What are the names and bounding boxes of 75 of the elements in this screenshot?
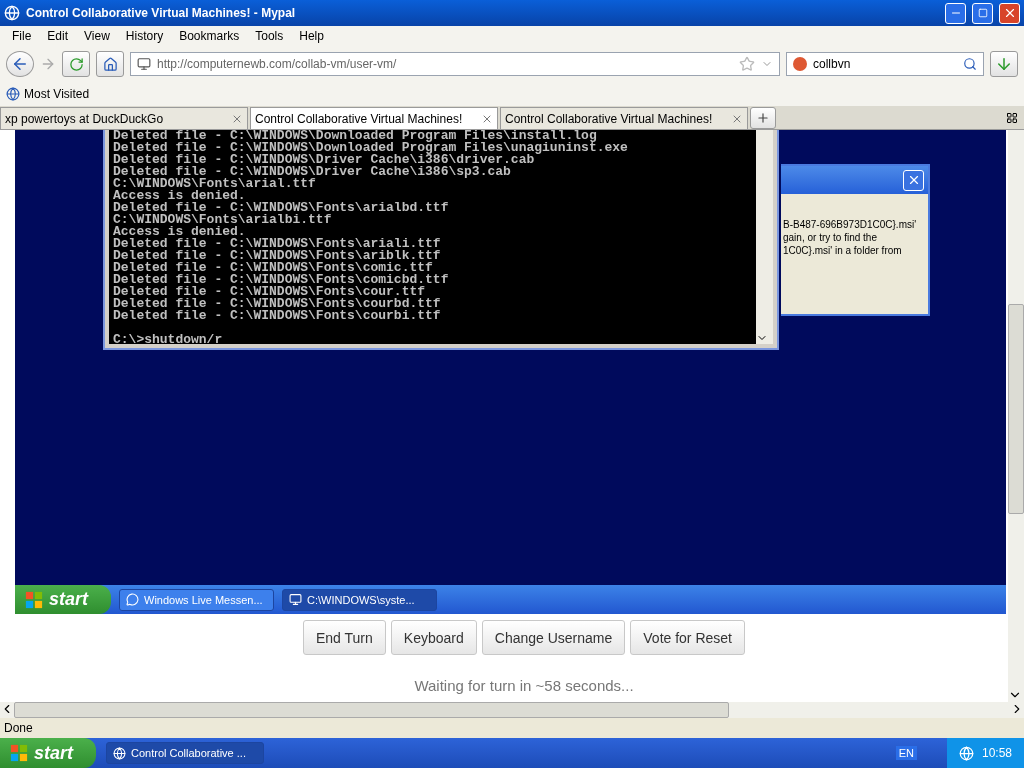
browser-tab[interactable]: Control Collaborative Virtual Machines! [500,107,748,129]
address-field[interactable]: http://computernewb.com/collab-vm/user-vm/ [130,52,780,76]
browser-tab[interactable]: Control Collaborative Virtual Machines! [250,107,498,129]
bookmark-item[interactable]: Most Visited [24,87,90,101]
maximize-button[interactable] [972,2,993,24]
console-prompt: C:\>shutdown/r [113,334,224,344]
console-icon [289,593,302,606]
window-title: Control Collaborative Virtual Machines! - Mypal [26,6,297,20]
menu-item[interactable]: Help [291,29,332,43]
menu-item[interactable]: View [76,29,118,43]
search-engine-icon[interactable] [793,57,807,71]
globe-icon [6,87,20,101]
control-button[interactable]: End Turn [303,620,386,655]
taskbar-button[interactable]: C:\WINDOWS\syste... [282,588,437,611]
console-line: Deleted file - C:\WINDOWS\Fonts\ariblk.ttf [113,250,442,262]
console-line: Access is denied. [113,226,246,238]
console-line: Deleted file - C:\WINDOWS\Fonts\courbi.ttf [113,310,442,322]
console-line: Deleted file - C:\WINDOWS\Fonts\arialbd.ttf [113,202,450,214]
console-line: Deleted file - C:\WINDOWS\Fonts\ariali.ttf [113,238,442,250]
forward-arrow-icon[interactable] [40,56,56,72]
console-line: C:\WINDOWS\Fonts\arialbi.ttf [113,214,333,226]
new-tab-button[interactable] [750,107,776,129]
reload-button[interactable] [62,51,90,77]
dialog-text: 1C0C}.msi' in a folder from [783,244,902,257]
menu-item[interactable]: History [117,29,172,43]
status-text: Done [4,721,33,735]
console-line: Deleted file - C:\WINDOWS\Downloaded Program Files\install.log [113,130,597,142]
home-icon [102,56,118,72]
menu-item[interactable]: File [4,29,40,43]
control-button[interactable]: Change Username [481,620,626,655]
browser-tab[interactable]: xp powertoys at DuckDuckGo [0,107,248,129]
console-line: Deleted file - C:\WINDOWS\Fonts\courbd.ttf [113,298,442,310]
home-button[interactable] [96,51,124,77]
menu-item[interactable]: Tools [247,29,292,43]
menu-item[interactable]: Edit [39,29,77,43]
app-icon [4,5,20,21]
control-button[interactable]: Keyboard [390,620,477,655]
scroll-thumb[interactable] [14,702,729,718]
close-button[interactable] [999,2,1020,24]
tab-list-icon[interactable] [1006,112,1018,124]
app-icon [113,746,126,760]
console-line: Deleted file - C:\WINDOWS\Driver Cache\i386\driver.cab [113,154,535,166]
close-button[interactable] [903,169,924,191]
plus-icon [756,111,770,125]
console-line: C:\WINDOWS\Fonts\arial.ttf [113,178,317,190]
chat-icon [126,593,139,606]
dialog-text: gain, or try to find the [783,231,877,244]
scroll-thumb[interactable] [1008,304,1024,514]
network-icon[interactable] [958,745,974,761]
language-indicator[interactable]: EN [895,746,917,760]
reload-icon [68,56,84,72]
download-button[interactable] [990,51,1018,77]
turn-status-text: Waiting for turn in ~58 seconds... [413,677,635,694]
console-line: Deleted file - C:\WINDOWS\Fonts\cour.ttf [113,286,426,298]
search-field[interactable]: collbvn [786,52,984,76]
back-button[interactable] [6,51,34,77]
monitor-icon [137,57,151,71]
windows-logo-icon [10,744,28,762]
console-line: Deleted file - C:\WINDOWS\Fonts\comicbd.ttf [113,274,450,286]
console-line: Deleted file - C:\WINDOWS\Fonts\comic.ttf [113,262,433,274]
clock: 10:58 [981,746,1012,760]
menu-item[interactable]: Bookmarks [171,29,248,43]
console-line: Access is denied. [113,190,246,202]
taskbar-button[interactable]: Windows Live Messen... [119,588,274,611]
console-line: Deleted file - C:\WINDOWS\Downloaded Program Files\unagiuninst.exe [113,142,629,154]
dialog-text: B-B487-696B973D1C0C}.msi' [783,218,917,231]
maximize-icon [977,8,988,18]
windows-logo-icon [25,590,43,609]
minimize-button[interactable] [945,2,966,24]
control-button[interactable]: Vote for Reset [630,620,745,655]
search-icon[interactable] [963,57,977,71]
star-icon[interactable] [739,56,755,72]
taskbar-button[interactable]: Control Collaborative ... [106,742,264,764]
console-line: Deleted file - C:\WINDOWS\Driver Cache\i386\sp3.cab [113,166,512,178]
download-arrow-icon [995,55,1013,73]
